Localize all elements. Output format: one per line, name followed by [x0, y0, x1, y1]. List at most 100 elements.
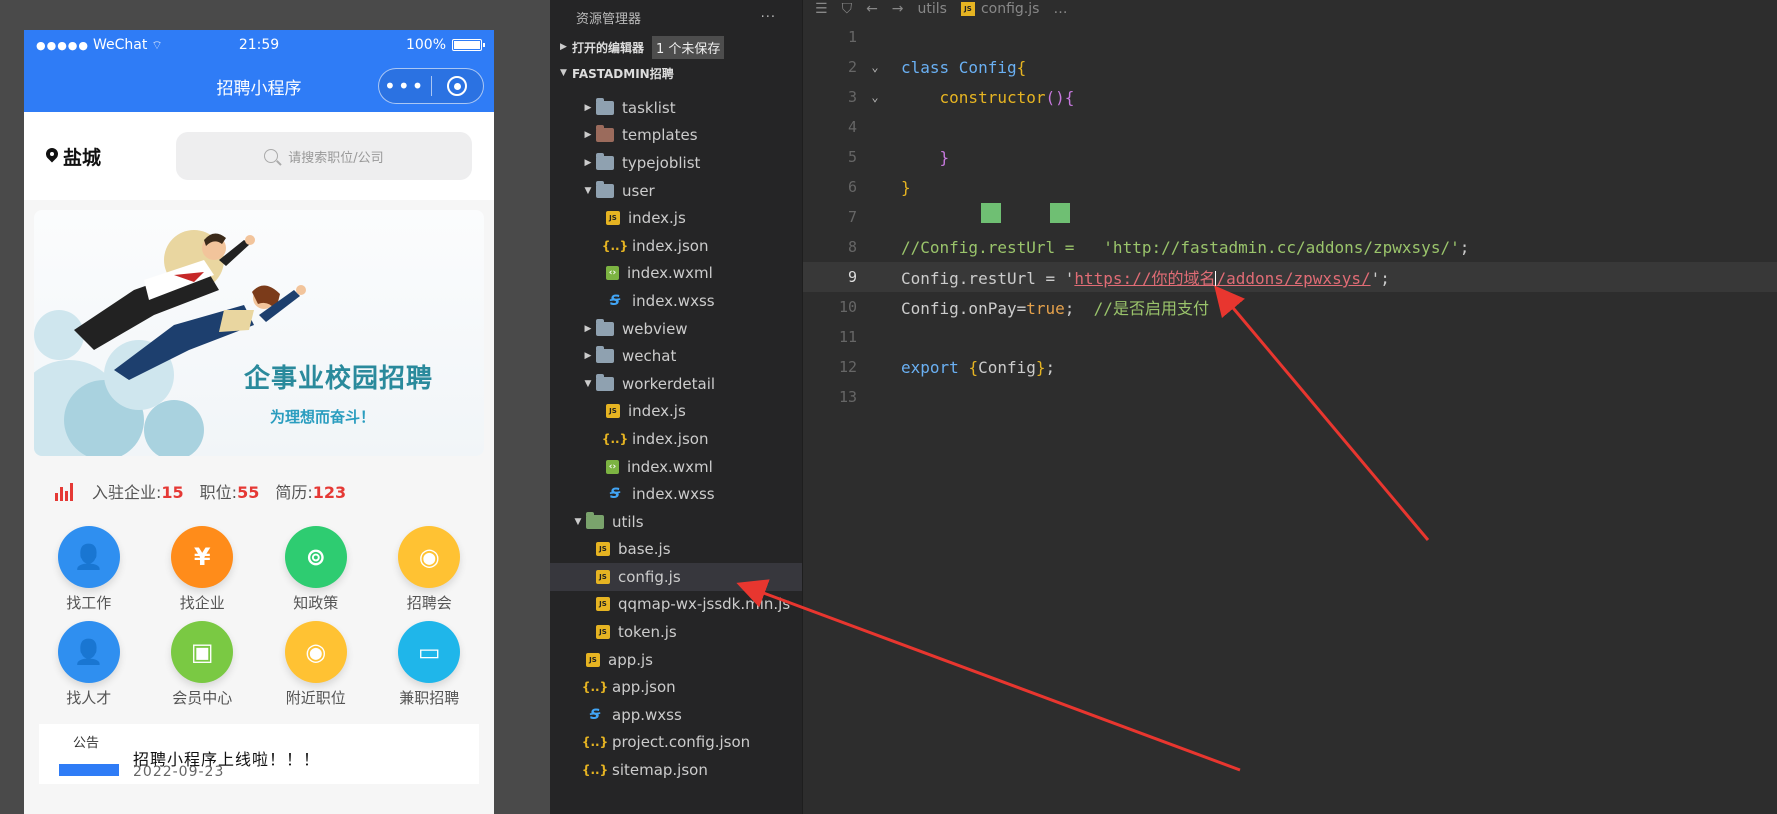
code-token: //是否启用支付 [1093, 299, 1209, 318]
tree-item[interactable]: {..} sitemap.json [550, 756, 802, 784]
tree-item-label: qqmap-wx-jssdk.min.js [618, 595, 791, 614]
more-menu-button[interactable]: ••• [379, 76, 431, 96]
tree-item[interactable]: {..} app.json [550, 673, 802, 701]
tree-item[interactable]: ▶ wechat [550, 342, 802, 370]
bookmark-icon[interactable]: ⛉ [842, 1, 853, 17]
forward-arrow-icon[interactable]: → [892, 1, 904, 17]
folder-icon [596, 318, 614, 336]
tree-item[interactable]: JS qqmap-wx-jssdk.min.js [550, 591, 802, 619]
feature-item[interactable]: ¥ 找企业 [146, 526, 260, 613]
code-line[interactable]: 3 ⌄ constructor(){ [803, 82, 1777, 112]
code-line[interactable]: 7 [803, 202, 1777, 232]
line-number: 4 [847, 118, 857, 136]
code-token: (){ [1045, 87, 1075, 107]
feature-label: 附近职位 [285, 689, 346, 707]
notice-date: 2022-09-23 [133, 764, 225, 780]
folder-icon [596, 152, 614, 170]
feature-item[interactable]: ⊚ 知政策 [259, 526, 373, 613]
code-token: https://你的域名 [1074, 269, 1216, 288]
tree-item[interactable]: {..} project.config.json [550, 729, 802, 757]
feature-item[interactable]: ◉ 招聘会 [373, 526, 487, 613]
code-line[interactable]: 13 [803, 382, 1777, 412]
fold-chevron-icon[interactable]: ⌄ [863, 90, 887, 104]
tree-item[interactable]: ▶ templates [550, 122, 802, 150]
tree-item[interactable]: JS index.js [550, 398, 802, 426]
code-token: 'http://fastadmin.cc/addons/zpwxsys/' [1103, 237, 1460, 257]
code-area[interactable]: 1 2 ⌄ class Config{3 ⌄ constructor(){4 5 } 6} 7… [803, 22, 1777, 412]
open-editors-section[interactable]: ▶ 打开的编辑器 1 个未保存 [550, 34, 802, 60]
fold-chevron-icon[interactable]: ⌄ [863, 60, 887, 74]
code-line[interactable]: 1 [803, 22, 1777, 52]
tree-item[interactable]: ▼ utils [550, 508, 802, 536]
code-line[interactable]: 2 ⌄ class Config{ [803, 52, 1777, 82]
clock: 21:59 [238, 37, 280, 53]
code-line[interactable]: 6} [803, 172, 1777, 202]
project-section[interactable]: ▼ FASTADMIN招聘 [550, 60, 802, 86]
folder-icon [596, 373, 614, 391]
more-actions-button[interactable]: ··· [761, 10, 776, 25]
tree-item[interactable]: JS base.js [550, 536, 802, 564]
flying-businesspeople-illustration [74, 230, 306, 380]
location-icon: ◉ [398, 526, 461, 588]
code-token: class [901, 57, 959, 77]
tree-item[interactable]: JS app.js [550, 646, 802, 674]
code-text: export {Config}; [887, 358, 1055, 377]
tree-item[interactable]: ▼ user [550, 177, 802, 205]
code-token: { [1016, 57, 1027, 77]
code-line[interactable]: 12 export {Config}; [803, 352, 1777, 382]
stat-jobs: 职位:55 [199, 483, 260, 502]
code-line[interactable]: 10 Config.onPay=true; //是否启用支付 [803, 292, 1777, 322]
file-tree: ▶ tasklist ▶ templates ▶ typejoblist ▼ user JS in… [550, 94, 802, 784]
tree-item[interactable]: ‹› index.wxml [550, 260, 802, 288]
redaction-mark [1050, 203, 1070, 223]
tree-item-label: index.wxss [632, 291, 715, 310]
feature-item[interactable]: ▣ 会员中心 [146, 621, 260, 708]
search-placeholder: 请搜索职位/公司 [288, 150, 384, 166]
feature-item[interactable]: ◉ 附近职位 [259, 621, 373, 708]
tree-item[interactable]: ▼ workerdetail [550, 370, 802, 398]
breadcrumb-file[interactable]: config.js [981, 1, 1039, 17]
line-number: 12 [838, 358, 857, 376]
tree-item[interactable]: Ꞩindex.wxss [550, 480, 802, 508]
tree-item[interactable]: ▶ webview [550, 315, 802, 343]
search-input[interactable]: 请搜索职位/公司 [176, 132, 472, 180]
tree-item[interactable]: ▶ typejoblist [550, 149, 802, 177]
search-icon [264, 149, 279, 163]
tree-item[interactable]: JS config.js [550, 563, 802, 591]
tree-item[interactable]: {..} index.json [550, 425, 802, 453]
code-line[interactable]: 11 [803, 322, 1777, 352]
back-arrow-icon[interactable]: ← [866, 1, 878, 17]
breadcrumb-folder[interactable]: utils [918, 1, 947, 17]
tree-item-label: wechat [622, 347, 677, 366]
tree-item-label: app.json [612, 678, 676, 697]
tree-item[interactable]: JS index.js [550, 204, 802, 232]
tree-item[interactable]: ‹› index.wxml [550, 453, 802, 481]
code-line[interactable]: 9 Config.restUrl = 'https://你的域名/addons/z… [803, 262, 1777, 292]
feature-item[interactable]: ▭ 兼职招聘 [373, 621, 487, 708]
tree-item-label: app.wxss [612, 705, 682, 724]
notice-bar[interactable]: 公告 招聘小程序上线啦！！！ 2022-09-23 [39, 724, 479, 784]
breadcrumb-more[interactable]: … [1053, 1, 1067, 17]
open-editors-label: 打开的编辑器 [572, 40, 645, 55]
feature-item[interactable]: 👤 找人才 [32, 621, 146, 708]
feature-item[interactable]: 👤 找工作 [32, 526, 146, 613]
code-text: Config.onPay=true; //是否启用支付 [887, 295, 1209, 319]
tree-item[interactable]: Ꞩindex.wxss [550, 287, 802, 315]
city-selector[interactable]: 盐城 [46, 143, 176, 170]
folder-icon [596, 125, 614, 143]
code-line[interactable]: 5 } [803, 142, 1777, 172]
tree-item[interactable]: {..} index.json [550, 232, 802, 260]
tree-item[interactable]: Ꞩapp.wxss [550, 701, 802, 729]
outline-icon[interactable]: ☰ [815, 1, 828, 17]
close-miniprogram-button[interactable] [432, 76, 484, 96]
tree-item[interactable]: ▶ tasklist [550, 94, 802, 122]
code-line[interactable]: 4 [803, 112, 1777, 142]
code-line[interactable]: 8 //Config.restUrl = 'http://fastadmin.cc… [803, 232, 1777, 262]
feature-label: 会员中心 [172, 689, 233, 707]
battery-icon [452, 39, 485, 51]
chevron-right-icon: ▶ [584, 102, 592, 113]
tree-item[interactable]: JS token.js [550, 618, 802, 646]
banner[interactable]: 企事业校园招聘 为理想而奋斗！ [34, 210, 484, 456]
chevron-right-icon: ▶ [584, 130, 592, 141]
